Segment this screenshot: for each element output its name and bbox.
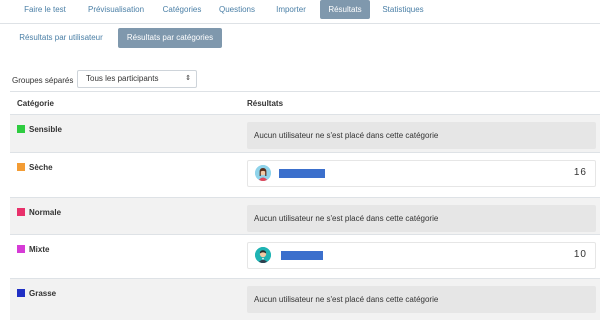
category-label: Sensible (17, 125, 62, 134)
category-label: Normale (17, 208, 61, 217)
main-tabs: Faire le test Prévisualisation Catégorie… (0, 0, 600, 24)
user-avatar-icon[interactable] (255, 247, 271, 263)
category-color-swatch (17, 208, 25, 216)
table-row: Sensible Aucun utilisateur ne s'est plac… (10, 115, 600, 152)
column-header-results: Résultats (247, 99, 284, 108)
table-row: Grasse Aucun utilisateur ne s'est placé … (10, 278, 600, 320)
table-row: Normale Aucun utilisateur ne s'est placé… (10, 197, 600, 234)
table-row: Sèche 16 (10, 152, 600, 197)
result-box: Aucun utilisateur ne s'est placé dans ce… (247, 122, 596, 149)
empty-result-message: Aucun utilisateur ne s'est placé dans ce… (254, 295, 439, 304)
table-row: Mixte 10 (10, 234, 600, 278)
category-name: Normale (29, 208, 62, 217)
tab-importer[interactable]: Importer (266, 0, 316, 19)
tab-statistiques[interactable]: Statistiques (374, 0, 432, 19)
category-name: Grasse (29, 289, 57, 298)
redacted-username[interactable] (281, 251, 323, 260)
redacted-username[interactable] (279, 169, 325, 178)
tab-previsualisation[interactable]: Prévisualisation (80, 0, 152, 19)
result-box: Aucun utilisateur ne s'est placé dans ce… (247, 205, 596, 232)
results-subtabs: Résultats par utilisateur Résultats par … (0, 28, 600, 50)
group-select-value: Tous les participants (86, 74, 159, 83)
column-header-category: Catégorie (17, 99, 54, 108)
subtab-results-by-user[interactable]: Résultats par utilisateur (10, 28, 112, 48)
tab-faire-le-test[interactable]: Faire le test (14, 0, 76, 19)
empty-result-message: Aucun utilisateur ne s'est placé dans ce… (254, 131, 439, 140)
category-label: Sèche (17, 163, 53, 172)
category-name: Sèche (29, 163, 53, 172)
empty-result-message: Aucun utilisateur ne s'est placé dans ce… (254, 214, 439, 223)
tab-questions[interactable]: Questions (212, 0, 262, 19)
category-color-swatch (17, 289, 25, 297)
user-score: 10 (573, 249, 587, 260)
tab-categories[interactable]: Catégories (156, 0, 208, 19)
results-table: Catégorie Résultats Sensible Aucun utili… (10, 91, 600, 320)
table-header: Catégorie Résultats (10, 91, 600, 115)
select-arrows-icon: ⇕ (185, 75, 191, 82)
category-name: Sensible (29, 125, 62, 134)
result-box: Aucun utilisateur ne s'est placé dans ce… (247, 286, 596, 313)
group-select[interactable]: Tous les participants ⇕ (77, 70, 197, 88)
category-name: Mixte (29, 245, 50, 254)
user-score: 16 (573, 167, 587, 178)
result-box: 10 (247, 242, 596, 269)
result-box: 16 (247, 160, 596, 187)
category-color-swatch (17, 125, 25, 133)
user-avatar-icon[interactable] (255, 165, 271, 181)
subtab-results-by-category[interactable]: Résultats par catégories (118, 28, 222, 48)
category-label: Mixte (17, 245, 49, 254)
category-color-swatch (17, 245, 25, 253)
category-color-swatch (17, 163, 25, 171)
tab-resultats[interactable]: Résultats (320, 0, 370, 19)
category-label: Grasse (17, 289, 56, 298)
groups-label: Groupes séparés (12, 76, 74, 85)
